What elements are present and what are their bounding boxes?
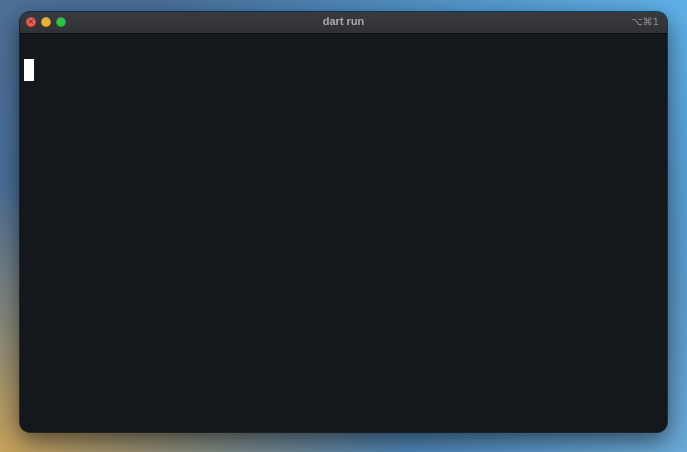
window-shortcut-label: ⌥⌘1	[631, 17, 659, 28]
window-title: dart run	[322, 16, 365, 28]
text-cursor	[24, 59, 34, 81]
title-bar[interactable]: × dart run ⌥⌘1	[20, 12, 667, 34]
terminal-window: × dart run ⌥⌘1	[20, 12, 667, 432]
terminal-output-area[interactable]	[20, 34, 667, 432]
